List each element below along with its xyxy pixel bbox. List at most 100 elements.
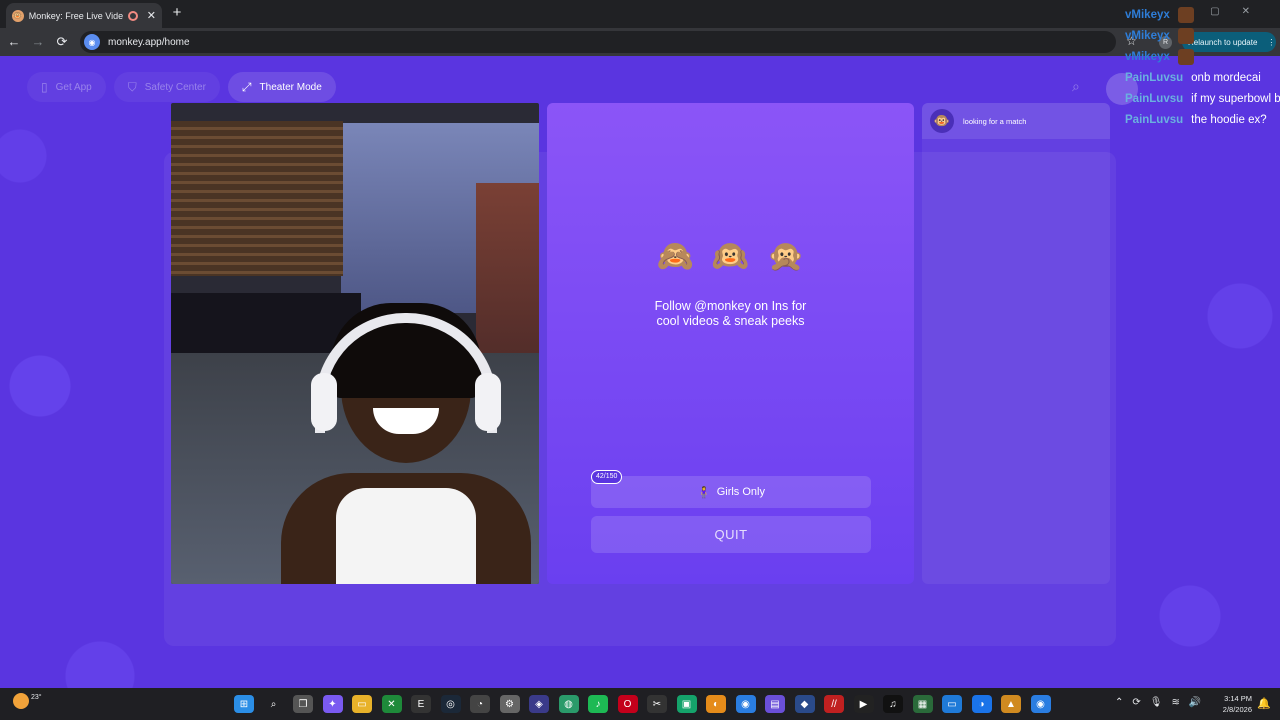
app-icon[interactable]: ▲ (1001, 695, 1021, 713)
video-person (281, 303, 531, 584)
settings-icon[interactable]: ⚙ (499, 695, 520, 713)
url-text: monkey.app/home (108, 36, 190, 48)
tiktok-icon[interactable]: ♫ (883, 695, 903, 713)
monkey-favicon-icon: 🐵 (12, 9, 24, 22)
opera-icon[interactable]: O (617, 695, 638, 713)
weather-widget[interactable]: 23° (13, 693, 42, 709)
volume-icon[interactable]: 🔊 (1189, 697, 1201, 708)
task-view-icon[interactable]: ❐ (293, 695, 313, 713)
girls-only-counter-badge: 42/150 (591, 470, 623, 484)
app-icon[interactable]: ◑ (971, 695, 992, 713)
chat-username: vMikeyx (1125, 29, 1170, 42)
app-icon[interactable]: ◐ (706, 695, 726, 713)
time-text: 3:14 PM (1224, 694, 1252, 703)
sun-icon (13, 693, 29, 709)
chrome-profile-icon[interactable]: ◉ (1030, 695, 1051, 713)
girls-only-label: Girls Only (716, 486, 765, 498)
windows-taskbar: 23° ⊞ ⌕ ❐ ✦ ▭ ✕ E ◎ ◔ ⚙ ◈ ◍ ♪ O ✂ ▣ ◐ ◉ … (0, 688, 1280, 720)
expand-icon: ⤢ (241, 79, 252, 94)
chat-username: PainLuvsu (1125, 92, 1184, 105)
tab-close-button[interactable]: ✕ (147, 9, 156, 22)
back-button[interactable]: ← (6, 34, 22, 49)
theater-mode-button[interactable]: ⤢ Theater Mode (227, 72, 336, 102)
file-explorer-icon[interactable]: ▭ (352, 695, 372, 713)
chat-message: PainLuvsu if my superbowl b (1125, 88, 1280, 109)
new-tab-button[interactable]: + (168, 4, 186, 21)
person-icon: 🧍‍♀️ (697, 486, 711, 499)
emote-icon (1177, 48, 1194, 65)
github-icon[interactable]: ◔ (470, 695, 490, 713)
wifi-icon[interactable]: ≋ (1171, 697, 1179, 708)
app-icon[interactable]: ▣ (676, 695, 697, 713)
microphone-icon[interactable]: 🎙 (1150, 697, 1163, 708)
capcut-icon[interactable]: ✂ (647, 695, 667, 713)
clock[interactable]: 3:14 PM 2/8/2026 (1214, 693, 1252, 715)
app-icon[interactable]: ◈ (529, 695, 549, 713)
system-tray: ⌃ ⟳ 🎙 ≋ 🔊 (1115, 697, 1201, 708)
video-window-blinds (171, 121, 343, 276)
steam-icon[interactable]: ◎ (440, 695, 461, 713)
chrome-icon[interactable]: ◉ (735, 695, 756, 713)
match-panel: 🙈 🙉 🙊 Follow @monkey on Ins for cool vid… (547, 103, 914, 584)
search-icon[interactable]: ⌕ (264, 695, 284, 713)
headphone-right-cup (475, 373, 501, 431)
app-icon[interactable]: ◆ (794, 695, 815, 713)
app-tray-icon[interactable]: ⟳ (1132, 697, 1140, 708)
see-no-evil-monkey-icon: 🙈 (656, 240, 694, 273)
xbox-icon[interactable]: ✕ (381, 695, 402, 713)
epic-games-icon[interactable]: E (411, 695, 431, 713)
get-app-label: Get App (55, 81, 92, 93)
girls-only-button[interactable]: 🧍‍♀️ Girls Only (591, 476, 871, 508)
app-icon[interactable]: ▶ (853, 695, 874, 713)
get-app-button[interactable]: ▯ Get App (27, 72, 106, 102)
chat-username: vMikeyx (1125, 8, 1170, 21)
spotify-icon[interactable]: ♪ (588, 695, 608, 713)
app-icon[interactable]: // (824, 695, 844, 713)
app-icon[interactable]: ▦ (912, 695, 933, 713)
monkey-avatar-icon: 🐵 (930, 109, 954, 133)
notification-bell-icon[interactable]: 🔔 (1257, 697, 1271, 710)
browser-icon[interactable]: ◍ (558, 695, 579, 713)
app-icon[interactable]: ▭ (942, 695, 962, 713)
temperature: 23° (31, 693, 42, 701)
chat-panel: 🐵 looking for a match (922, 103, 1110, 584)
chat-message: PainLuvsu onb mordecai (1125, 67, 1280, 88)
browser-toolbar: ← → ⟳ ◉ monkey.app/home ☆ R Relaunch to … (0, 28, 1280, 56)
phone-icon: ▯ (41, 80, 48, 94)
taskbar-apps: ⊞ ⌕ ❐ ✦ ▭ ✕ E ◎ ◔ ⚙ ◈ ◍ ♪ O ✂ ▣ ◐ ◉ ▤ ◆ … (234, 695, 1051, 713)
headphone-left-cup (311, 373, 337, 431)
chat-username: PainLuvsu (1125, 71, 1184, 84)
reload-button[interactable]: ⟳ (54, 34, 70, 50)
theater-mode-label: Theater Mode (259, 81, 322, 93)
top-nav: ▯ Get App ⛉ Safety Center ⤢ Theater Mode (27, 72, 336, 102)
chat-text: the hoodie ex? (1191, 113, 1267, 126)
browser-tab[interactable]: 🐵 Monkey: Free Live Video Ch ✕ (6, 3, 162, 28)
hear-no-evil-monkey-icon: 🙉 (711, 240, 750, 273)
chat-text: onb mordecai (1191, 71, 1261, 84)
search-icon[interactable]: ⌕ (1072, 78, 1080, 95)
self-video-feed (171, 103, 539, 584)
safety-center-button[interactable]: ⛉ Safety Center (113, 72, 220, 102)
copilot-icon[interactable]: ✦ (322, 695, 343, 713)
follow-line-2: cool videos & sneak peeks (656, 314, 805, 328)
speak-no-evil-monkey-icon: 🙊 (767, 240, 805, 273)
address-bar[interactable]: ◉ monkey.app/home (80, 31, 1116, 53)
start-icon[interactable]: ⊞ (234, 695, 254, 713)
emote-icon (1177, 27, 1194, 44)
tab-title: Monkey: Free Live Video Ch (28, 10, 123, 21)
header-icons: ⌕ (1072, 78, 1080, 95)
stream-chat-overlay: vMikeyx vMikeyx vMikeyx PainLuvsu onb mo… (1125, 4, 1280, 130)
chat-message: vMikeyx (1125, 4, 1280, 25)
quit-button[interactable]: QUIT (591, 516, 871, 553)
safety-center-label: Safety Center (144, 81, 206, 93)
chat-message: vMikeyx (1125, 25, 1280, 46)
site-info-icon[interactable]: ◉ (84, 34, 100, 50)
monkey-emojis: 🙈 🙉 🙊 (547, 239, 914, 274)
chat-message: vMikeyx (1125, 46, 1280, 67)
shield-icon: ⛉ (127, 79, 137, 94)
chat-message: PainLuvsu the hoodie ex? (1125, 109, 1280, 130)
chevron-up-icon[interactable]: ⌃ (1115, 697, 1123, 708)
forward-button[interactable]: → (30, 34, 46, 49)
app-icon[interactable]: ▤ (765, 695, 785, 713)
follow-line-1: Follow @monkey on Ins for (654, 299, 807, 313)
